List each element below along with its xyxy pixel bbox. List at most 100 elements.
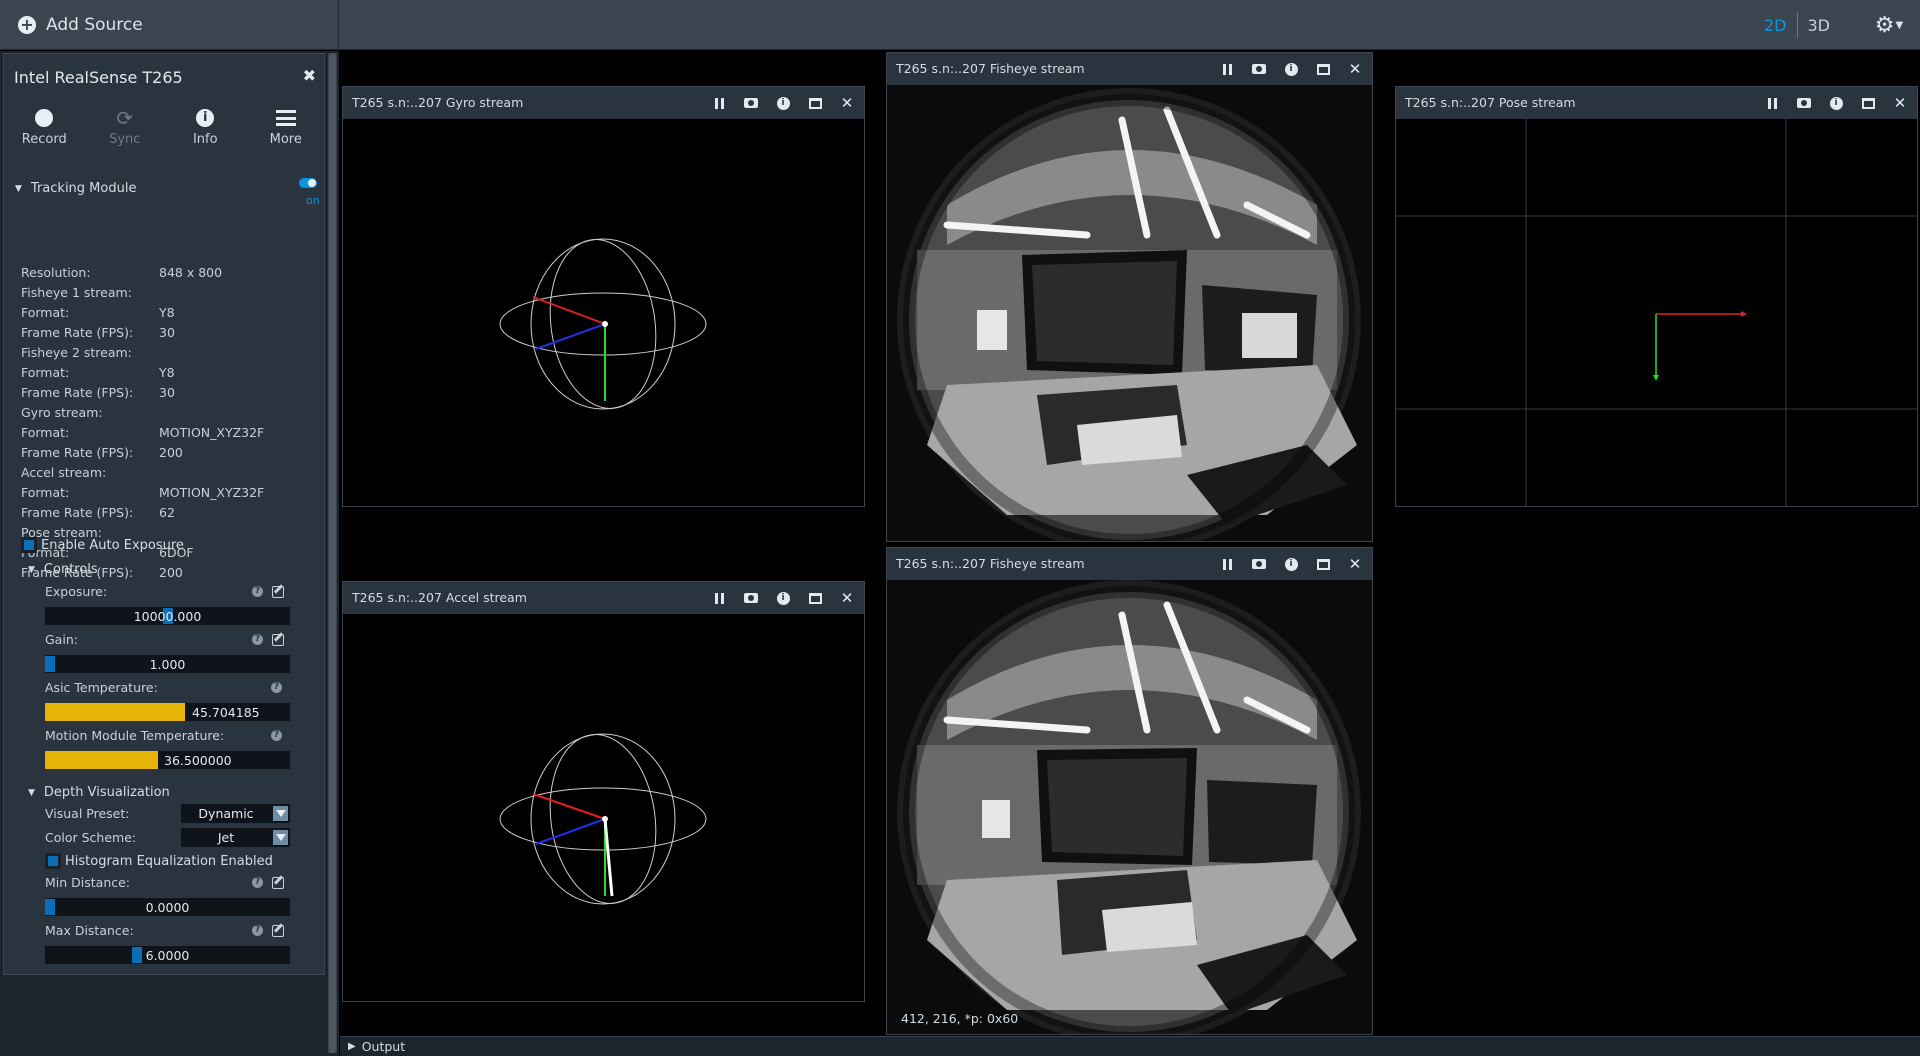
snapshot-button[interactable] [742,590,760,606]
close-stream-button[interactable]: ✕ [838,589,856,607]
help-icon[interactable]: ? [252,925,263,936]
property-value: 62 [159,505,175,520]
property-key: Gyro stream: [21,405,103,420]
snapshot-button[interactable] [1795,95,1813,111]
info-button[interactable]: i Info [165,104,246,164]
max-distance-slider[interactable]: 6.0000 [45,946,290,964]
help-icon[interactable]: ? [252,877,263,888]
accel-stream-window: T265 s.n:..207 Accel stream i ✕ [342,581,865,1002]
edit-icon[interactable] [272,877,284,889]
color-scheme-label: Color Scheme: [45,830,137,845]
close-stream-button[interactable]: ✕ [1346,60,1364,78]
scrollbar-thumb[interactable] [329,53,336,1053]
pause-button[interactable] [1218,556,1236,572]
property-value: MOTION_XYZ32F [159,485,265,500]
auto-exposure-checkbox[interactable]: Enable Auto Exposure [21,537,184,553]
info-label: Info [192,132,218,147]
maximize-button[interactable] [806,95,824,111]
histogram-equalization-checkbox[interactable]: Histogram Equalization Enabled [45,853,273,869]
sidebar-scrollbar[interactable] [328,53,337,1053]
help-icon[interactable]: ? [271,682,282,693]
maximize-icon [808,592,822,604]
snapshot-button[interactable] [1250,61,1268,77]
property-value: 30 [159,325,175,340]
stream-header: T265 s.n:..207 Gyro stream i ✕ [343,87,864,119]
min-distance-value: 0.0000 [145,900,190,915]
view-2d-button[interactable]: 2D [1754,16,1797,35]
edit-icon[interactable] [272,586,284,598]
stream-info-button[interactable]: i [774,590,792,606]
property-row: Fisheye 2 stream: [21,345,132,360]
view-3d-button[interactable]: 3D [1798,16,1841,35]
property-row: Gyro stream: [21,405,103,420]
snapshot-button[interactable] [742,95,760,111]
close-stream-button[interactable]: ✕ [1346,555,1364,573]
maximize-icon [808,97,822,109]
output-panel-toggle[interactable]: ▶ Output [340,1036,1920,1056]
close-icon: ✕ [1348,555,1362,573]
snapshot-button[interactable] [1250,556,1268,572]
camera-icon [744,98,758,108]
maximize-button[interactable] [1314,61,1332,77]
settings-button[interactable]: ⚙ ▼ [1872,10,1906,40]
pause-button[interactable] [710,95,728,111]
edit-icon[interactable] [272,634,284,646]
pause-icon [1222,63,1232,75]
property-value: 848 x 800 [159,265,223,280]
close-stream-button[interactable]: ✕ [1891,94,1909,112]
info-icon: i [1284,62,1298,76]
exposure-slider[interactable]: 10000.000 [45,607,290,625]
chevron-down-icon[interactable] [273,830,288,845]
camera-icon [744,593,758,603]
visual-preset-label: Visual Preset: [45,806,130,821]
property-value: 200 [159,445,183,460]
auto-exposure-label: Enable Auto Exposure [41,537,184,553]
collapse-triangle-icon: ▼ [28,564,35,575]
min-distance-icons: ? [252,877,284,889]
close-device-button[interactable]: ✖ [303,66,316,85]
min-distance-slider[interactable]: 0.0000 [45,898,290,916]
record-button[interactable]: Record [4,104,85,164]
property-row: Frame Rate (FPS): 200 [21,445,183,460]
edit-icon[interactable] [272,925,284,937]
pause-button[interactable] [710,590,728,606]
add-source-button[interactable]: + Add Source [0,0,339,50]
max-distance-value: 6.0000 [145,948,190,963]
camera-icon [1252,559,1266,569]
depth-visualization-header[interactable]: ▼ Depth Visualization [28,785,170,800]
color-scheme-dropdown[interactable]: Jet [181,828,290,847]
checkbox-box[interactable] [45,853,61,869]
chevron-down-icon[interactable] [273,806,288,821]
collapse-triangle-icon: ▼ [15,183,22,194]
pause-button[interactable] [1763,95,1781,111]
stream-info-button[interactable]: i [1282,556,1300,572]
stream-info-button[interactable]: i [774,95,792,111]
maximize-button[interactable] [1859,95,1877,111]
help-icon[interactable]: ? [252,586,263,597]
more-button[interactable]: More [246,104,327,164]
pose-stream-window: T265 s.n:..207 Pose stream i ✕ [1395,86,1918,507]
property-row: Frame Rate (FPS): 30 [21,325,175,340]
help-icon[interactable]: ? [271,730,282,741]
checkbox-box[interactable] [21,537,37,553]
pixel-readout: 412, 216, *p: 0x60 [901,1011,1019,1026]
stream-info-button[interactable]: i [1827,95,1845,111]
stream-buttons: i ✕ [710,94,856,112]
visual-preset-value: Dynamic [198,806,254,821]
property-key: Frame Rate (FPS): [21,505,134,520]
controls-header[interactable]: ▼ Controls [28,562,98,577]
pause-button[interactable] [1218,61,1236,77]
property-key: Fisheye 1 stream: [21,285,132,300]
sync-button[interactable]: ⟳ Sync [85,104,166,164]
tracking-module-header[interactable]: ▼ Tracking Module [15,181,136,196]
property-row: Format: Y8 [21,305,175,320]
sync-label: Sync [109,132,141,147]
module-toggle[interactable] [299,178,317,188]
close-stream-button[interactable]: ✕ [838,94,856,112]
maximize-button[interactable] [806,590,824,606]
gain-slider[interactable]: 1.000 [45,655,290,673]
help-icon[interactable]: ? [252,634,263,645]
stream-info-button[interactable]: i [1282,61,1300,77]
maximize-button[interactable] [1314,556,1332,572]
visual-preset-dropdown[interactable]: Dynamic [181,804,290,823]
